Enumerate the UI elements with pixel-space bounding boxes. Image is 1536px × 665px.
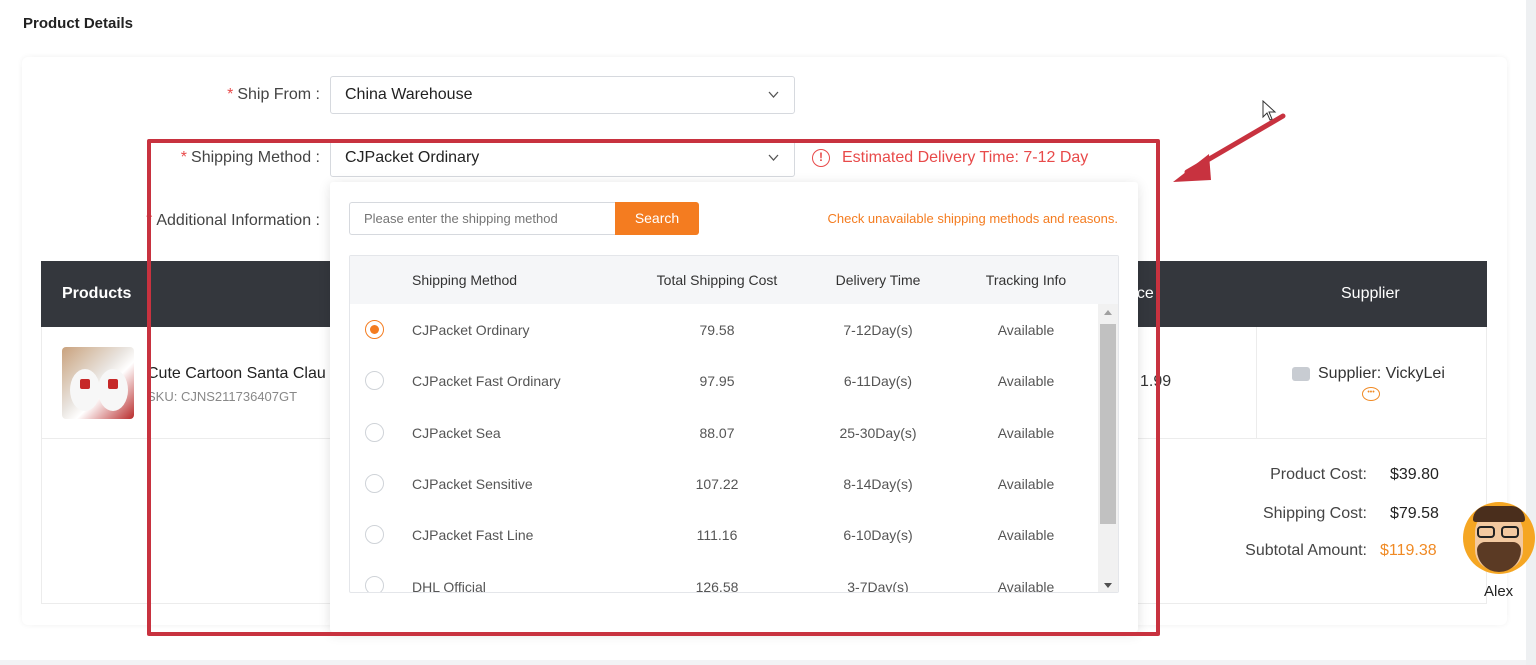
- product-sku: SKU: CJNS211736407GT: [147, 389, 298, 404]
- radio-unselected[interactable]: [365, 576, 384, 592]
- shipping-method-label: * Shipping Method :: [120, 149, 320, 167]
- option-cost: 111.16: [696, 527, 738, 543]
- shipping-method-list: Shipping Method Total Shipping Cost Deli…: [349, 255, 1119, 593]
- chevron-down-icon: [767, 151, 780, 164]
- option-name: CJPacket Sea: [412, 425, 501, 441]
- column-header-delivery-time: Delivery Time: [835, 272, 921, 288]
- scroll-down-icon[interactable]: [1104, 583, 1112, 588]
- product-cost-label: Product Cost:: [1270, 466, 1367, 483]
- option-name: CJPacket Fast Ordinary: [412, 373, 561, 389]
- product-cost-value: $39.80: [1390, 466, 1439, 483]
- option-delivery-time: 8-14Day(s): [843, 476, 913, 492]
- subtotal-value: $119.38: [1380, 542, 1437, 559]
- scroll-gutter: [1526, 0, 1536, 665]
- estimated-delivery-warning: ! Estimated Delivery Time: 7-12 Day: [812, 149, 1088, 167]
- option-cost: 107.22: [695, 476, 739, 492]
- radio-selected[interactable]: [365, 320, 384, 339]
- option-tracking: Available: [997, 476, 1055, 492]
- chevron-down-icon: [767, 88, 780, 101]
- shipping-option-row[interactable]: CJPacket Fast Ordinary 97.95 6-11Day(s) …: [350, 355, 1098, 406]
- option-tracking: Available: [997, 527, 1055, 543]
- scrollbar-thumb[interactable]: [1100, 324, 1116, 524]
- supplier-name[interactable]: Supplier: VickyLei: [1318, 365, 1445, 383]
- option-tracking: Available: [997, 322, 1055, 338]
- additional-info-label: * Additional Information :: [100, 212, 320, 230]
- option-delivery-time: 3-7Day(s): [847, 579, 909, 593]
- shipping-cost-value: $79.58: [1390, 505, 1439, 522]
- radio-unselected[interactable]: [365, 474, 384, 493]
- search-button[interactable]: Search: [615, 202, 699, 235]
- option-tracking: Available: [997, 579, 1055, 593]
- estimated-delivery-text: Estimated Delivery Time: 7-12 Day: [842, 149, 1089, 166]
- shipping-method-value: CJPacket Ordinary: [345, 149, 480, 166]
- required-mark: *: [227, 86, 234, 103]
- ship-from-label: * Ship From :: [150, 86, 320, 104]
- ship-from-value: China Warehouse: [345, 86, 473, 103]
- shipping-cost-label: Shipping Cost:: [1262, 505, 1367, 522]
- product-thumbnail[interactable]: [62, 347, 134, 419]
- ship-from-select[interactable]: China Warehouse: [330, 76, 795, 114]
- assistant-avatar[interactable]: [1463, 502, 1535, 574]
- warning-icon: !: [812, 149, 830, 167]
- option-tracking: Available: [997, 425, 1055, 441]
- shipping-option-row[interactable]: CJPacket Sea 88.07 25-30Day(s) Available: [350, 407, 1098, 458]
- shipping-option-row[interactable]: CJPacket Sensitive 107.22 8-14Day(s) Ava…: [350, 458, 1098, 509]
- column-header-supplier: Supplier: [1341, 285, 1400, 302]
- column-header-total-cost: Total Shipping Cost: [656, 272, 778, 288]
- option-delivery-time: 6-10Day(s): [843, 527, 913, 543]
- option-name: CJPacket Sensitive: [412, 476, 533, 492]
- option-cost: 126.58: [695, 579, 739, 593]
- option-tracking: Available: [997, 373, 1055, 389]
- mouse-cursor-icon: [1262, 100, 1277, 121]
- column-divider: [1256, 327, 1257, 438]
- additional-info-label-text: Additional Information :: [156, 212, 320, 229]
- column-header-tracking-info: Tracking Info: [985, 272, 1067, 288]
- product-name[interactable]: Cute Cartoon Santa Clau: [147, 365, 326, 383]
- option-name: CJPacket Ordinary: [412, 322, 530, 338]
- option-delivery-time: 7-12Day(s): [843, 322, 913, 338]
- option-cost: 97.95: [699, 373, 735, 389]
- shipping-method-dropdown: Search Check unavailable shipping method…: [330, 182, 1138, 632]
- required-mark: *: [180, 149, 188, 166]
- scroll-up-icon[interactable]: [1104, 310, 1112, 315]
- shipping-method-label-text: Shipping Method :: [191, 149, 320, 166]
- check-unavailable-link[interactable]: Check unavailable shipping methods and r…: [827, 211, 1118, 226]
- option-name: CJPacket Fast Line: [412, 527, 534, 543]
- shipping-method-search-input[interactable]: [349, 202, 615, 235]
- section-title: Product Details: [23, 15, 134, 32]
- option-delivery-time: 6-11Day(s): [843, 373, 913, 389]
- option-cost: 79.58: [699, 322, 735, 338]
- radio-unselected[interactable]: [365, 371, 384, 390]
- supplier-cell: Supplier: VickyLei: [1292, 365, 1445, 383]
- column-header-products: Products: [62, 285, 132, 302]
- required-mark: *: [146, 212, 153, 229]
- column-header-shipping-method: Shipping Method: [412, 272, 518, 288]
- option-delivery-time: 25-30Day(s): [839, 425, 917, 441]
- option-cost: 88.07: [699, 425, 735, 441]
- list-header: Shipping Method Total Shipping Cost Deli…: [350, 256, 1118, 304]
- annotation-arrow-icon: [1173, 113, 1286, 182]
- subtotal-label: Subtotal Amount:: [1245, 542, 1367, 559]
- shipping-option-row[interactable]: DHL Official 126.58 3-7Day(s) Available: [350, 560, 1098, 593]
- shipping-method-select[interactable]: CJPacket Ordinary: [330, 139, 795, 177]
- option-name: DHL Official: [412, 579, 486, 593]
- product-price: 1.99: [1140, 373, 1172, 390]
- radio-unselected[interactable]: [365, 423, 384, 442]
- radio-unselected[interactable]: [365, 525, 384, 544]
- shipping-option-row[interactable]: CJPacket Fast Line 111.16 6-10Day(s) Ava…: [350, 509, 1098, 560]
- shipping-option-row[interactable]: CJPacket Ordinary 79.58 7-12Day(s) Avail…: [350, 304, 1098, 355]
- chat-icon[interactable]: •••: [1362, 387, 1380, 401]
- list-scrollbar[interactable]: [1098, 304, 1118, 592]
- store-icon: [1292, 367, 1310, 381]
- assistant-name[interactable]: Alex: [1484, 583, 1513, 600]
- ship-from-label-text: Ship From :: [237, 86, 320, 103]
